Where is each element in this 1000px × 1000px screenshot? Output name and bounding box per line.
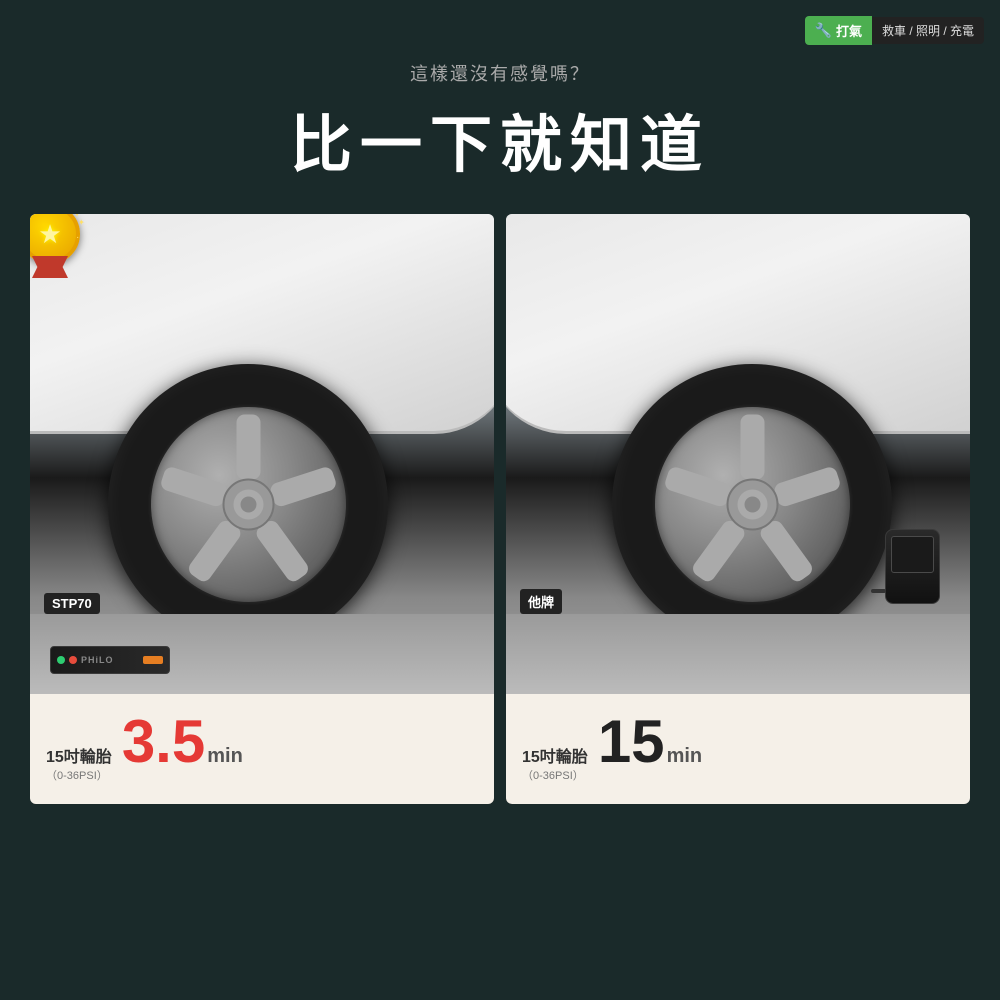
left-tire-label: 15吋輪胎 [46,749,112,766]
left-time-unit: min [207,745,243,768]
right-tire-outer [612,364,892,644]
left-rim-svg [151,407,346,602]
right-wheel-container [612,364,892,644]
left-wheel-container [108,364,388,644]
product-badge: 🔧 打氣 救車 / 照明 / 充電 [805,16,984,45]
other-pump-device [885,529,940,604]
left-tire-info: 15吋輪胎 （0-36PSI） [46,743,112,783]
left-scene: PHiLO STP70 [30,214,494,694]
left-psi-label: （0-36PSI） [46,767,112,783]
right-time-display: 15 min [598,712,702,772]
right-tire-info: 15吋輪胎 （0-36PSI） [522,743,588,783]
left-stats-row: 15吋輪胎 （0-36PSI） 3.5 min [46,712,478,783]
right-panel-tag: 他牌 [520,589,562,614]
right-rim-svg [655,407,850,602]
badge-features: 救車 / 照明 / 充電 [872,17,984,44]
left-time-display: 3.5 min [122,712,243,772]
right-pavement [506,614,970,694]
left-panel-stats: 15吋輪胎 （0-36PSI） 3.5 min [30,694,494,804]
left-tire-outer [108,364,388,644]
left-time-number: 3.5 [122,712,205,772]
badge-green: 🔧 打氣 [805,16,872,45]
header-title: 比一下就知道 [0,94,1000,184]
medal-ribbon [32,256,68,278]
pump-led-red [69,656,77,664]
right-time-unit: min [667,745,703,768]
sparkle-icon-2: ✦ [78,218,85,227]
pump-led-green [57,656,65,664]
header-subtitle: 這樣還沒有感覺嗎？ [0,60,1000,86]
right-panel-stats: 15吋輪胎 （0-36PSI） 15 min [506,694,970,804]
medal-badge: ★ ✦ ✦ · [30,214,100,284]
right-scene: 他牌 [506,214,970,694]
sparkle-icon-3: · [76,232,79,243]
right-stats-row: 15吋輪胎 （0-36PSI） 15 min [522,712,954,783]
left-panel-tag: STP70 [44,593,100,614]
left-panel: ★ ✦ ✦ · [30,214,494,804]
comparison-section: ★ ✦ ✦ · [0,214,1000,804]
left-rim [151,407,346,602]
right-time-number: 15 [598,712,665,772]
badge-pump-label: 打氣 [836,21,862,40]
tire-pump-icon: 🔧 [815,22,832,39]
right-rim [655,407,850,602]
right-psi-label: （0-36PSI） [522,767,588,783]
stp70-pump-device: PHiLO [50,646,170,674]
right-panel: 他牌 15吋輪胎 （0-36PSI） 15 min [506,214,970,804]
right-tire-label: 15吋輪胎 [522,749,588,766]
pump-brand-text: PHiLO [81,655,114,665]
pump-hose [871,589,886,593]
star-icon: ★ [38,219,61,250]
pump-orange-element [143,656,163,664]
